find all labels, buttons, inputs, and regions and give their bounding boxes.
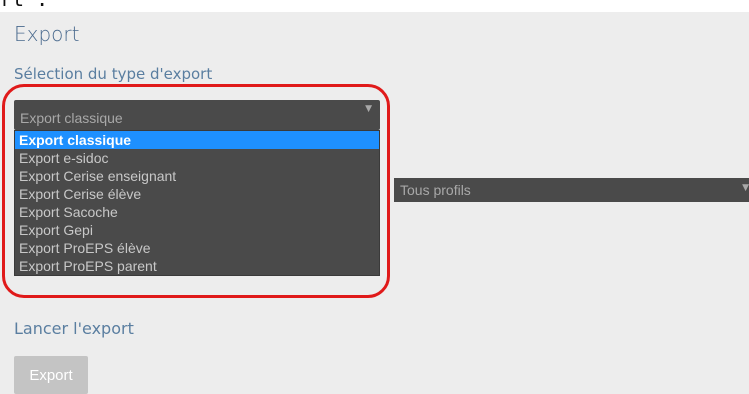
top-caption-strip: rt : (0, 0, 749, 12)
dropdown-option-export-proeps-eleve[interactable]: Export ProEPS élève (15, 239, 379, 257)
dropdown-option-export-e-sidoc[interactable]: Export e-sidoc (15, 149, 379, 167)
export-type-select[interactable]: Export classique ▼ (14, 100, 380, 130)
profile-select[interactable]: Tous profils ▼ (394, 178, 749, 202)
dropdown-option-export-proeps-parent[interactable]: Export ProEPS parent (15, 257, 379, 275)
dropdown-option-export-classique[interactable]: Export classique (15, 131, 379, 149)
page-title: Export (14, 22, 80, 46)
launch-export-section-label: Lancer l'export (14, 319, 134, 338)
dropdown-option-export-gepi[interactable]: Export Gepi (15, 221, 379, 239)
export-button[interactable]: Export (14, 356, 88, 394)
top-caption: rt : (0, 0, 48, 10)
profile-selected-value: Tous profils (400, 182, 471, 198)
dropdown-option-export-cerise-eleve[interactable]: Export Cerise élève (15, 185, 379, 203)
dropdown-option-export-sacoche[interactable]: Export Sacoche (15, 203, 379, 221)
export-type-dropdown-list: Export classique Export e-sidoc Export C… (14, 130, 380, 276)
triangle-down-icon: ▼ (742, 183, 749, 193)
dropdown-option-export-cerise-enseignant[interactable]: Export Cerise enseignant (15, 167, 379, 185)
export-panel: Export Sélection du type d'export Export… (0, 12, 749, 394)
export-type-selected-value: Export classique (20, 110, 123, 126)
export-type-section-label: Sélection du type d'export (14, 65, 213, 83)
triangle-down-icon: ▼ (365, 104, 372, 114)
